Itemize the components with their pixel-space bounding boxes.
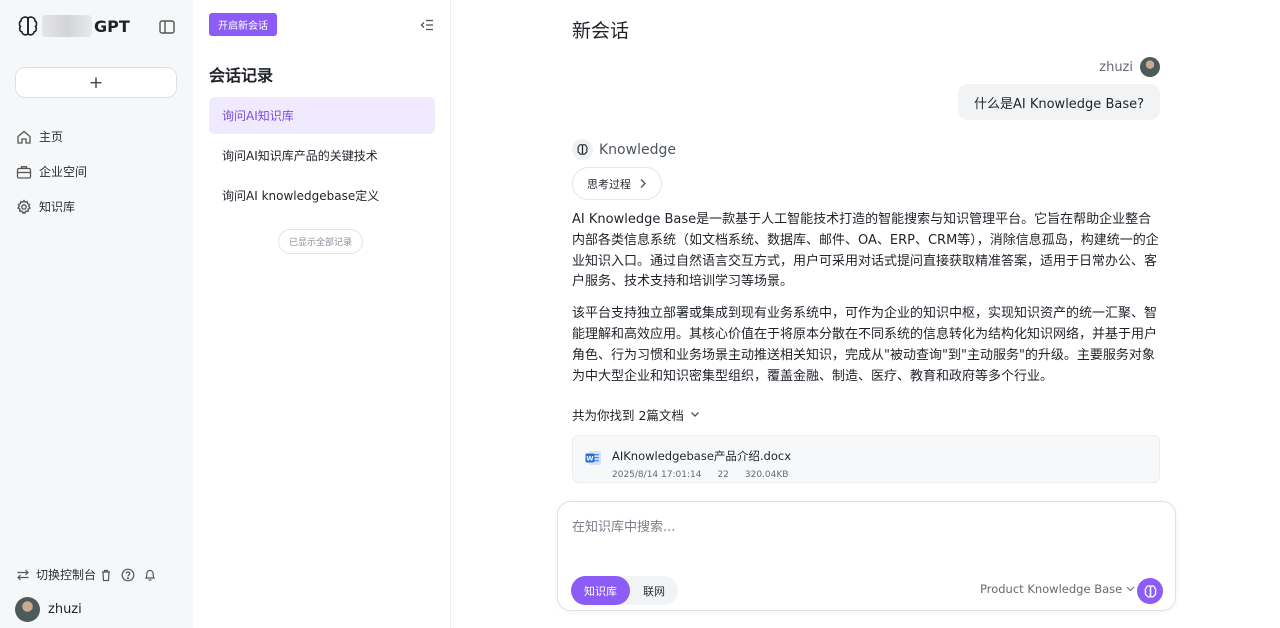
sidebar-item-label: 知识库 [39,200,76,214]
switch-console-button[interactable]: 切换控制台 [16,566,96,583]
briefcase-icon [16,165,32,179]
search-input[interactable] [572,516,1152,538]
bot-answer: AI Knowledge Base是一款基于人工智能技术打造的智能搜索与知识管理… [572,210,1160,398]
switch-arrows-icon [17,569,29,580]
document-count: 22 [717,470,729,480]
help-icon[interactable] [121,568,135,582]
brand-name-redacted [42,15,92,37]
svg-text:W: W [586,455,593,463]
bot-avatar [572,139,593,160]
history-item[interactable]: 询问AI知识库 [209,97,435,134]
history-item[interactable]: 询问AI知识库产品的关键技术 [209,137,435,174]
document-name: AIKnowledgebase产品介绍.docx [612,449,792,463]
sidebar-toggle-icon[interactable] [158,18,176,36]
user-message-header: zhuzi [1099,57,1160,77]
avatar [15,597,40,622]
sidebar-item-knowledge-base[interactable]: 知识库 [16,189,87,224]
page-title: 新会话 [572,20,630,42]
mode-knowledge-base-button[interactable]: 知识库 [571,576,630,605]
avatar [1140,57,1160,77]
bot-message-header: Knowledge [572,139,676,160]
document-card[interactable]: W AIKnowledgebase产品介绍.docx 2025/8/14 17:… [572,435,1160,483]
sidebar-item-label: 主页 [39,130,64,144]
chat-main: 新会话 zhuzi 什么是AI Knowledge Base? Knowledg… [452,0,1280,628]
send-button[interactable] [1137,578,1163,604]
chevron-right-icon [640,179,646,188]
sidebar-item-label: 企业空间 [39,165,88,179]
chevron-down-icon [1126,586,1135,592]
chevron-down-icon [690,412,699,417]
app-window: GPT + 主页 企业空间 知识库 切换控制台 zhuzi 开启新会话 会话记录… [0,0,1280,628]
document-size: 320.04KB [744,470,789,480]
history-list: 询问AI知识库 询问AI知识库产品的关键技术 询问AI knowledgebas… [209,97,435,217]
knowledge-base-select[interactable]: Product Knowledge Base [980,582,1135,596]
knowledge-base-select-value: Product Knowledge Base [980,582,1123,596]
brain-logo-icon [1144,584,1156,598]
bell-icon[interactable] [143,568,157,582]
message-user-name: zhuzi [1099,59,1133,75]
answer-paragraph: 该平台支持独立部署或集成到现有业务系统中，可作为企业的知识中枢，实现知识资产的统… [572,306,1158,384]
user-message-bubble: 什么是AI Knowledge Base? [957,84,1160,120]
history-panel: 开启新会话 会话记录 询问AI知识库 询问AI知识库产品的关键技术 询问AI k… [193,0,451,628]
user-name: zhuzi [48,602,82,617]
found-documents-label: 共为你找到 2篇文档 [572,408,684,423]
trash-icon[interactable] [99,568,113,582]
switch-console-label: 切换控制台 [36,568,97,582]
thinking-process-button[interactable]: 思考过程 [572,167,662,200]
sidebar-footer: 切换控制台 [16,566,157,583]
sidebar-item-enterprise-space[interactable]: 企业空间 [16,154,87,189]
sidebar-item-home[interactable]: 主页 [16,119,87,154]
user-profile[interactable]: zhuzi [15,597,82,622]
home-icon [17,130,31,144]
answer-paragraph: AI Knowledge Base是一款基于人工智能技术打造的智能搜索与知识管理… [572,212,1159,290]
brain-logo-icon [577,144,588,155]
collapse-panel-icon[interactable] [419,17,435,33]
chat-input-box: 知识库 联网 Product Knowledge Base [557,501,1176,611]
gear-icon [17,198,31,214]
word-document-icon: W [585,451,601,465]
brand-text: GPT [94,16,130,36]
new-session-button[interactable]: 开启新会话 [209,13,277,36]
brain-logo-icon [18,16,38,36]
left-sidebar: GPT + 主页 企业空间 知识库 切换控制台 zhuzi [0,0,193,628]
brand-logo: GPT [16,14,130,38]
mode-web-button[interactable]: 联网 [630,576,678,605]
sidebar-nav: 主页 企业空间 知识库 [16,119,87,224]
search-mode-toggle: 知识库 联网 [571,576,678,605]
found-documents-toggle[interactable]: 共为你找到 2篇文档 [572,405,700,424]
scroll-fade [452,483,1280,503]
document-meta: 2025/8/14 17:01:14 22 320.04KB [612,470,788,480]
document-date: 2025/8/14 17:01:14 [612,470,702,480]
history-title: 会话记录 [209,66,274,85]
new-chat-button[interactable]: + [15,67,177,98]
bot-name: Knowledge [599,141,676,158]
history-item[interactable]: 询问AI knowledgebase定义 [209,177,435,214]
all-records-shown-badge: 已显示全部记录 [278,229,364,254]
thinking-process-label: 思考过程 [587,177,631,191]
